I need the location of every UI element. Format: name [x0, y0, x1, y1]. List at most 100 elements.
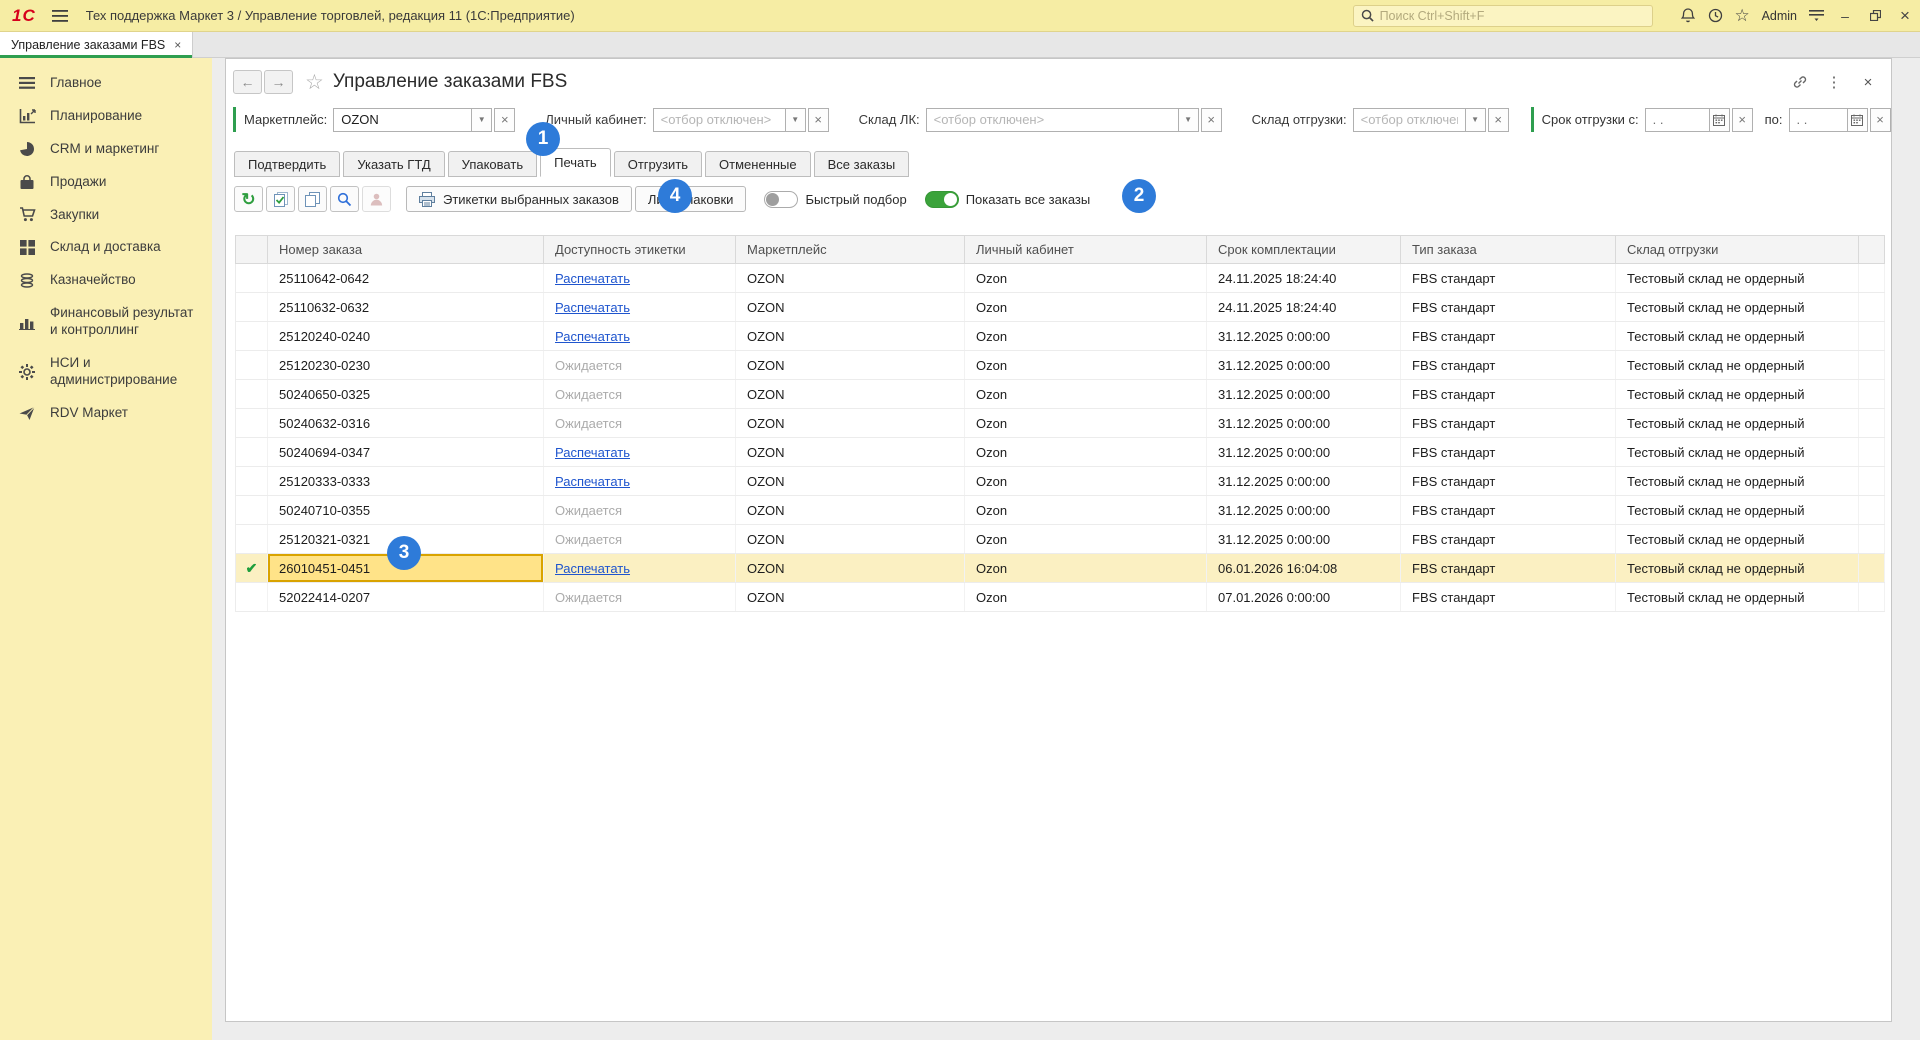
order-type-cell[interactable]: FBS стандарт — [1401, 380, 1616, 409]
marketplace-cell[interactable]: OZON — [736, 380, 965, 409]
status-tab-2[interactable]: Указать ГТД — [343, 151, 444, 177]
marketplace-cell[interactable]: OZON — [736, 467, 965, 496]
column-header-empty[interactable] — [1859, 236, 1885, 264]
warehouse-cell[interactable]: Тестовый склад не ордерный — [1616, 409, 1859, 438]
order-type-cell[interactable]: FBS стандарт — [1401, 467, 1616, 496]
marketplace-cell[interactable]: OZON — [736, 496, 965, 525]
deadline-cell[interactable]: 06.01.2026 16:04:08 — [1207, 554, 1401, 583]
shipping-warehouse-input[interactable] — [1353, 108, 1465, 132]
account-cell[interactable]: Ozon — [965, 554, 1207, 583]
account-cell[interactable]: Ozon — [965, 351, 1207, 380]
column-header-2[interactable]: Номер заказа — [268, 236, 544, 264]
account-cell[interactable]: Ozon — [965, 293, 1207, 322]
order-type-cell[interactable]: FBS стандарт — [1401, 409, 1616, 438]
service-menu-icon[interactable] — [1803, 3, 1830, 29]
global-search[interactable] — [1353, 5, 1653, 27]
order-type-cell[interactable]: FBS стандарт — [1401, 554, 1616, 583]
account-cell[interactable]: Ozon — [965, 380, 1207, 409]
column-header-4[interactable]: Маркетплейс — [736, 236, 965, 264]
marketplace-cell[interactable]: OZON — [736, 525, 965, 554]
sidebar-item-8[interactable]: Финансовый результат и контроллинг — [0, 297, 212, 347]
account-input[interactable] — [653, 108, 785, 132]
warehouse-cell[interactable]: Тестовый склад не ордерный — [1616, 322, 1859, 351]
order-number-cell[interactable]: 25120230-0230 — [268, 351, 544, 380]
label-availability-cell[interactable]: Ожидается — [544, 583, 736, 612]
row-check-cell[interactable]: ✔ — [236, 554, 268, 583]
deadline-cell[interactable]: 31.12.2025 0:00:00 — [1207, 380, 1401, 409]
warehouse-cell[interactable]: Тестовый склад не ордерный — [1616, 264, 1859, 293]
order-type-cell[interactable]: FBS стандарт — [1401, 293, 1616, 322]
status-tab-6[interactable]: Отмененные — [705, 151, 811, 177]
status-tab-5[interactable]: Отгрузить — [614, 151, 702, 177]
row-check-cell[interactable] — [236, 380, 268, 409]
row-check-cell[interactable] — [236, 496, 268, 525]
label-availability-cell[interactable]: Распечатать — [544, 293, 736, 322]
sidebar-item-2[interactable]: Планирование — [0, 100, 212, 133]
search-list-button[interactable] — [330, 186, 359, 212]
order-number-cell[interactable]: 50240710-0355 — [268, 496, 544, 525]
account-cell[interactable]: Ozon — [965, 322, 1207, 351]
sidebar-item-7[interactable]: Казначейство — [0, 264, 212, 297]
order-row-6[interactable]: 50240632-0316ОжидаетсяOZONOzon31.12.2025… — [236, 409, 1885, 438]
marketplace-cell[interactable]: OZON — [736, 409, 965, 438]
order-number-cell[interactable]: 25120240-0240 — [268, 322, 544, 351]
label-availability-cell[interactable]: Ожидается — [544, 525, 736, 554]
order-number-cell[interactable]: 52022414-0207 — [268, 583, 544, 612]
row-check-cell[interactable] — [236, 583, 268, 612]
restore-button[interactable] — [1860, 3, 1890, 29]
label-availability-cell[interactable]: Распечатать — [544, 467, 736, 496]
order-row-1[interactable]: 25110642-0642РаспечататьOZONOzon24.11.20… — [236, 264, 1885, 293]
account-cell[interactable]: Ozon — [965, 438, 1207, 467]
row-check-cell[interactable] — [236, 409, 268, 438]
marketplace-cell[interactable]: OZON — [736, 438, 965, 467]
user-name[interactable]: Admin — [1762, 9, 1797, 23]
refresh-button[interactable]: ↻ — [234, 186, 263, 212]
warehouse-cell[interactable]: Тестовый склад не ордерный — [1616, 467, 1859, 496]
search-input[interactable] — [1380, 9, 1645, 23]
favorites-star-icon[interactable]: ☆ — [1729, 3, 1756, 29]
marketplace-cell[interactable]: OZON — [736, 351, 965, 380]
order-row-2[interactable]: 25110632-0632РаспечататьOZONOzon24.11.20… — [236, 293, 1885, 322]
back-button[interactable]: ← — [233, 70, 262, 94]
warehouse-cell[interactable]: Тестовый склад не ордерный — [1616, 583, 1859, 612]
marketplace-input[interactable] — [333, 108, 471, 132]
order-number-cell[interactable]: 50240694-0347 — [268, 438, 544, 467]
column-header-7[interactable]: Тип заказа — [1401, 236, 1616, 264]
tab-order-management-fbs[interactable]: Управление заказами FBS × — [0, 32, 193, 58]
quick-pick-toggle[interactable]: Быстрый подбор — [764, 191, 906, 208]
column-header-empty[interactable] — [236, 236, 268, 264]
print-label-link[interactable]: Распечатать — [555, 445, 630, 460]
row-check-cell[interactable] — [236, 525, 268, 554]
label-availability-cell[interactable]: Ожидается — [544, 351, 736, 380]
status-tab-3[interactable]: Упаковать — [448, 151, 537, 177]
deadline-cell[interactable]: 31.12.2025 0:00:00 — [1207, 438, 1401, 467]
account-cell[interactable]: Ozon — [965, 496, 1207, 525]
account-cell[interactable]: Ozon — [965, 264, 1207, 293]
copy-button[interactable] — [298, 186, 327, 212]
order-type-cell[interactable]: FBS стандарт — [1401, 264, 1616, 293]
order-number-cell[interactable]: 50240650-0325 — [268, 380, 544, 409]
sidebar-item-4[interactable]: Продажи — [0, 166, 212, 199]
column-header-3[interactable]: Доступность этикетки — [544, 236, 736, 264]
label-availability-cell[interactable]: Ожидается — [544, 409, 736, 438]
marketplace-cell[interactable]: OZON — [736, 264, 965, 293]
marketplace-dropdown-icon[interactable]: ▼ — [471, 108, 492, 132]
order-type-cell[interactable]: FBS стандарт — [1401, 496, 1616, 525]
deadline-cell[interactable]: 31.12.2025 0:00:00 — [1207, 467, 1401, 496]
set-status-button[interactable] — [266, 186, 295, 212]
deadline-cell[interactable]: 31.12.2025 0:00:00 — [1207, 322, 1401, 351]
sidebar-item-6[interactable]: Склад и доставка — [0, 231, 212, 264]
history-clock-icon[interactable] — [1702, 3, 1729, 29]
deadline-cell[interactable]: 31.12.2025 0:00:00 — [1207, 496, 1401, 525]
row-check-cell[interactable] — [236, 351, 268, 380]
deadline-cell[interactable]: 31.12.2025 0:00:00 — [1207, 409, 1401, 438]
deadline-cell[interactable]: 07.01.2026 0:00:00 — [1207, 583, 1401, 612]
marketplace-cell[interactable]: OZON — [736, 293, 965, 322]
order-type-cell[interactable]: FBS стандарт — [1401, 438, 1616, 467]
deadline-cell[interactable]: 24.11.2025 18:24:40 — [1207, 264, 1401, 293]
sidebar-item-3[interactable]: CRM и маркетинг — [0, 133, 212, 166]
minimize-button[interactable]: – — [1830, 3, 1860, 29]
print-labels-button[interactable]: Этикетки выбранных заказов — [406, 186, 632, 212]
account-cell[interactable]: Ozon — [965, 525, 1207, 554]
label-availability-cell[interactable]: Распечатать — [544, 554, 736, 583]
